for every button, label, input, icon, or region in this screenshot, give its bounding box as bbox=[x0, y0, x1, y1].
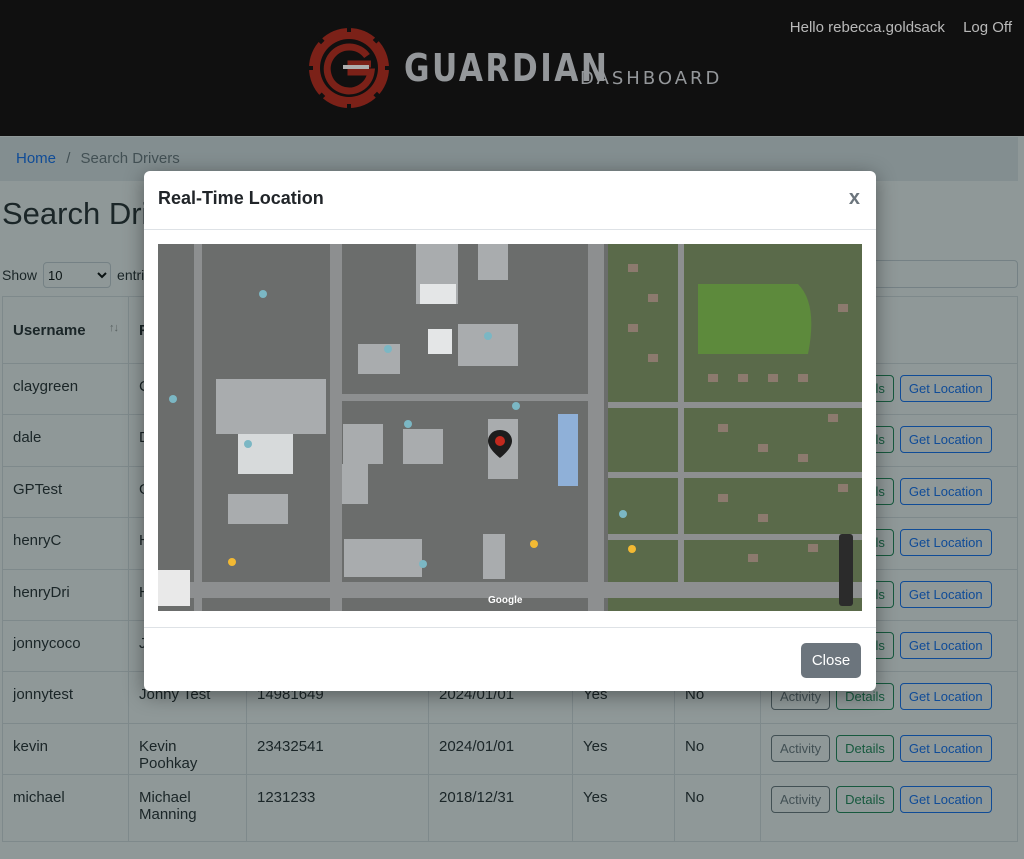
modal-backdrop-top bbox=[0, 0, 1024, 136]
map-attribution: Google bbox=[488, 595, 523, 606]
modal-close-icon[interactable]: x bbox=[849, 187, 860, 210]
map-canvas[interactable] bbox=[158, 244, 862, 611]
modal-footer: Close bbox=[144, 627, 876, 691]
map-layer-thumbnail[interactable] bbox=[158, 570, 190, 606]
close-button[interactable]: Close bbox=[801, 643, 861, 678]
satellite-map[interactable]: Google bbox=[158, 244, 862, 611]
modal-title: Real-Time Location bbox=[158, 188, 324, 208]
location-modal: Real-Time Location x Google Close bbox=[144, 171, 876, 691]
modal-header: Real-Time Location x bbox=[144, 171, 876, 230]
map-zoom-control[interactable] bbox=[839, 534, 853, 606]
